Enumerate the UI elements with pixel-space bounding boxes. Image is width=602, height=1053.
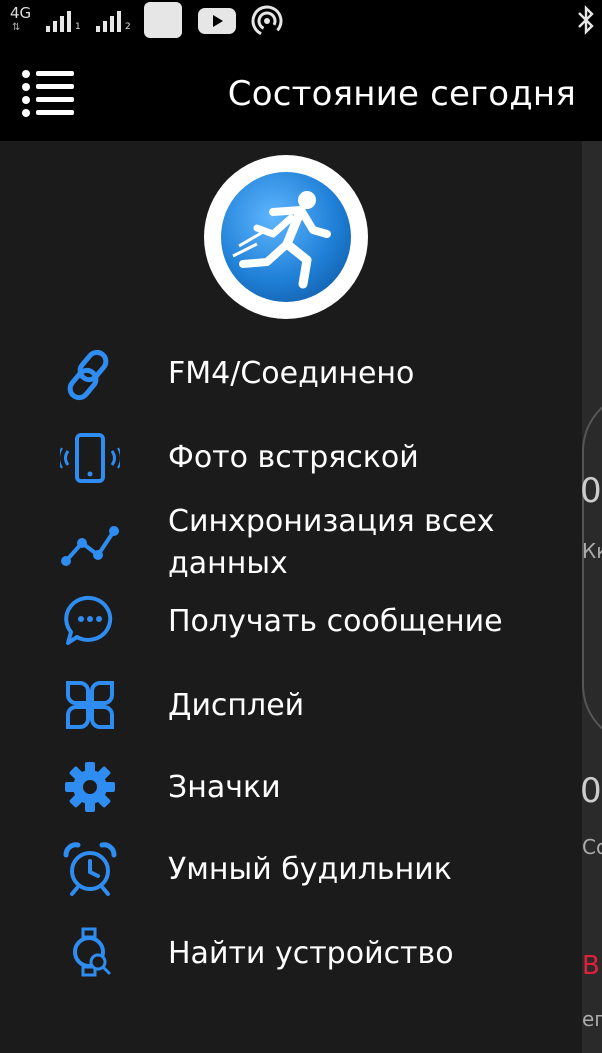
peek-label: Со bbox=[582, 835, 602, 859]
drawer-item-label: FM4/Соединено bbox=[168, 356, 415, 391]
drawer-item-smart-alarm[interactable]: Умный будильник bbox=[0, 839, 582, 903]
drawer-item-badges[interactable]: Значки bbox=[0, 757, 582, 821]
menu-icon[interactable] bbox=[20, 68, 76, 118]
notification-icon bbox=[144, 2, 182, 38]
bluetooth-icon bbox=[578, 5, 594, 35]
drawer-item-label: Найти устройство bbox=[168, 936, 454, 971]
drawer-item-label: Дисплей bbox=[168, 688, 305, 723]
drawer-item-label: Умный будильник bbox=[168, 852, 452, 887]
drawer-item-sync[interactable]: Синхронизация всех данных bbox=[0, 501, 582, 589]
peek-unit: Кк bbox=[582, 539, 602, 563]
network-type: 4G bbox=[10, 4, 32, 22]
drawer-item-display[interactable]: Дисплей bbox=[0, 675, 582, 739]
drawer-item-label: Получать сообщение bbox=[168, 604, 503, 639]
data-arrows-icon: ⇅ bbox=[12, 22, 21, 33]
sync-graph-icon bbox=[61, 526, 119, 566]
background-screen: 0 Кк 0 Со В ег bbox=[582, 141, 602, 1053]
peek-value-2: 0 bbox=[582, 771, 602, 811]
alarm-clock-icon bbox=[63, 842, 117, 896]
runner-icon bbox=[221, 172, 351, 302]
display-icon bbox=[66, 681, 114, 729]
drawer-item-label: Значки bbox=[168, 770, 281, 805]
progress-ring bbox=[582, 391, 602, 745]
find-device-icon bbox=[73, 927, 111, 977]
youtube-icon bbox=[198, 8, 236, 34]
status-bar: 4G ⇅ 1 2 bbox=[0, 0, 602, 44]
signal-sim2-icon: 2 bbox=[96, 10, 131, 32]
drawer-item-connection[interactable]: FM4/Соединено bbox=[0, 343, 582, 407]
drawer-item-find-device[interactable]: Найти устройство bbox=[0, 923, 582, 987]
navigation-drawer: FM4/Соединено Фото встряской Синхронизац… bbox=[0, 141, 582, 1053]
app-bar: Состояние сегодня bbox=[0, 44, 602, 141]
signal-sim1-icon: 1 bbox=[46, 10, 81, 32]
drawer-item-label-line2: данных bbox=[168, 546, 288, 581]
gear-icon bbox=[65, 762, 115, 812]
phone-shake-icon bbox=[60, 433, 120, 483]
link-icon bbox=[67, 349, 109, 401]
avatar[interactable] bbox=[204, 155, 368, 319]
peek-text: ег bbox=[582, 1007, 602, 1031]
sim2-label: 2 bbox=[125, 22, 131, 32]
drawer-item-shake-photo[interactable]: Фото встряской bbox=[0, 427, 582, 491]
page-title: Состояние сегодня bbox=[227, 74, 576, 114]
drawer-item-label-line1: Синхронизация всех bbox=[168, 504, 495, 539]
drawer-item-label: Фото встряской bbox=[168, 440, 419, 475]
hotspot-icon bbox=[251, 5, 283, 37]
peek-value: 0 bbox=[582, 471, 602, 511]
sim1-label: 1 bbox=[75, 22, 81, 32]
drawer-item-messages[interactable]: Получать сообщение bbox=[0, 591, 582, 655]
message-icon bbox=[64, 595, 113, 645]
peek-warning: В bbox=[582, 951, 600, 981]
